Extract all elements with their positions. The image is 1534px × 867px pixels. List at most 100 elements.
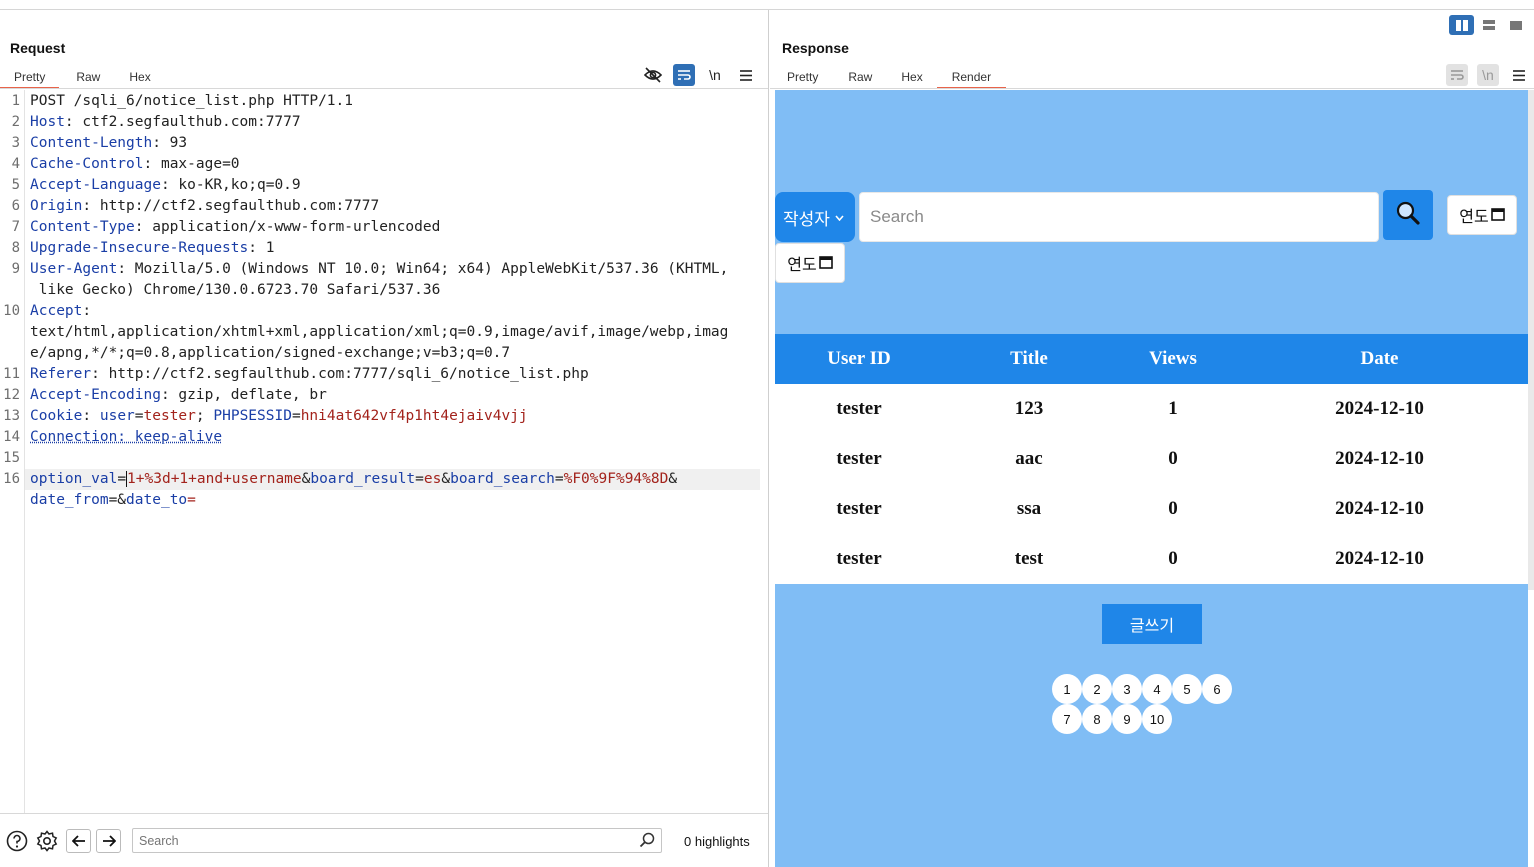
page-link-9[interactable]: 9 [1112, 704, 1142, 734]
cookie-value: hni4at642vf4p1ht4ejaiv4vjj [300, 408, 528, 424]
newline-icon[interactable]: \n [704, 64, 726, 86]
cell-title[interactable]: aac [943, 434, 1115, 484]
line-number: 1 [11, 93, 20, 109]
cell-title[interactable]: ssa [943, 484, 1115, 534]
page-link-10[interactable]: 10 [1142, 704, 1172, 734]
cell-date: 2024-12-10 [1231, 384, 1528, 434]
request-search-input[interactable] [133, 829, 623, 852]
param-sep: & [441, 471, 451, 487]
date-to-input[interactable]: 연도 [775, 243, 845, 283]
word-wrap-icon[interactable] [1446, 64, 1468, 86]
page-link-3[interactable]: 3 [1112, 674, 1142, 704]
request-toolbar: \n [642, 64, 757, 86]
table-row[interactable]: tester test 0 2024-12-10 [775, 534, 1528, 584]
tab-request-raw[interactable]: Raw [59, 66, 114, 88]
line-text: text/html,application/xhtml+xml,applicat… [30, 324, 729, 340]
board-search-input[interactable]: Search [859, 192, 1379, 242]
date-from-label: 연도 [1459, 207, 1489, 226]
newline-icon[interactable]: \n [1477, 64, 1499, 86]
page-link-8[interactable]: 8 [1082, 704, 1112, 734]
param-eq: = [415, 471, 424, 487]
pagination: 1 2 3 4 5 6 7 8 9 10 [1052, 674, 1242, 734]
line-number: 15 [3, 450, 20, 466]
header-value: : application/x-www-form-urlencoded [134, 219, 441, 235]
line-text: Connection: keep-alive [30, 429, 223, 445]
cell-views: 1 [1115, 384, 1231, 434]
word-wrap-icon[interactable] [673, 64, 695, 86]
render-scrollbar[interactable] [1528, 90, 1534, 590]
highlights-count: 0 highlights [684, 834, 750, 849]
table-row[interactable]: tester ssa 0 2024-12-10 [775, 484, 1528, 534]
request-pane: Request Pretty Raw Hex \n 1 POST /sqli_6/… [0, 10, 769, 867]
code-line: 15 [0, 448, 760, 469]
response-tab-separator [770, 88, 1534, 89]
tab-response-raw[interactable]: Raw [832, 66, 886, 88]
code-line: 14 Connection: keep-alive [0, 427, 760, 448]
page-link-6[interactable]: 6 [1202, 674, 1232, 704]
response-toolbar: \n [1446, 64, 1530, 86]
cell-date: 2024-12-10 [1231, 484, 1528, 534]
line-number [0, 322, 25, 343]
code-line: 1 POST /sqli_6/notice_list.php HTTP/1.1 [0, 91, 760, 112]
param-sep: & [668, 471, 678, 487]
menu-icon[interactable] [735, 64, 757, 86]
request-bottom-bar: 0 highlights [0, 813, 768, 867]
header-value: : [82, 303, 92, 319]
tab-request-pretty[interactable]: Pretty [0, 66, 60, 89]
chevron-down-icon [835, 211, 844, 224]
date-from-input[interactable]: 연도 [1447, 195, 1517, 235]
column-header-title: Title [943, 334, 1115, 384]
header-name: Cache-Control [30, 156, 144, 172]
table-row[interactable]: tester aac 0 2024-12-10 [775, 434, 1528, 484]
line-text: like Gecko) Chrome/130.0.6723.70 Safari/… [30, 282, 441, 298]
tab-response-pretty[interactable]: Pretty [773, 66, 832, 88]
author-select[interactable]: 작성자 [775, 192, 855, 242]
cell-title[interactable]: 123 [943, 384, 1115, 434]
forward-arrow-icon[interactable] [96, 829, 121, 853]
code-line: 10 Accept: [0, 301, 760, 322]
code-line: 5 Accept-Language: ko-KR,ko;q=0.9 [0, 175, 760, 196]
date-to-label: 연도 [787, 255, 817, 274]
table-header-row: User ID Title Views Date [775, 334, 1528, 384]
calendar-icon [818, 254, 833, 273]
param-eq: = [187, 492, 196, 508]
board-search-button[interactable] [1383, 190, 1433, 240]
header-name: Accept-Encoding [30, 387, 161, 403]
menu-icon[interactable] [1508, 64, 1530, 86]
settings-gear-icon[interactable] [35, 829, 59, 853]
line-text: POST /sqli_6/notice_list.php HTTP/1.1 [30, 93, 354, 109]
header-value: : http://ctf2.segfaulthub.com:7777/sqli_… [91, 366, 589, 382]
line-number: 9 [11, 261, 20, 277]
page-link-5[interactable]: 5 [1172, 674, 1202, 704]
search-icon[interactable] [639, 832, 655, 853]
cell-user-id: tester [775, 384, 943, 434]
page-link-4[interactable]: 4 [1142, 674, 1172, 704]
line-number: 7 [11, 219, 20, 235]
cookie-name: user [99, 408, 135, 424]
param-eq: = [554, 471, 564, 487]
header-name: Accept [30, 303, 83, 319]
page-link-7[interactable]: 7 [1052, 704, 1082, 734]
cell-user-id: tester [775, 484, 943, 534]
back-arrow-icon[interactable] [66, 829, 91, 853]
column-header-date: Date [1231, 334, 1528, 384]
help-icon[interactable] [5, 829, 29, 853]
page-link-1[interactable]: 1 [1052, 674, 1082, 704]
write-post-button[interactable]: 글쓰기 [1102, 604, 1202, 644]
cell-title[interactable]: test [943, 534, 1115, 584]
hide-eye-icon[interactable] [642, 64, 664, 86]
param-name: date_to [126, 492, 188, 508]
request-editor[interactable]: 1 POST /sqli_6/notice_list.php HTTP/1.1 2… [0, 90, 768, 814]
header-value: : http://ctf2.segfaulthub.com:7777 [82, 198, 380, 214]
header-name: Accept-Language [30, 177, 161, 193]
table-row[interactable]: tester 123 1 2024-12-10 [775, 384, 1528, 434]
cell-views: 0 [1115, 534, 1231, 584]
tab-request-hex[interactable]: Hex [114, 66, 164, 88]
header-value: : 1 [248, 240, 275, 256]
page-link-2[interactable]: 2 [1082, 674, 1112, 704]
code-line: text/html,application/xhtml+xml,applicat… [0, 322, 760, 343]
tab-response-render[interactable]: Render [936, 66, 1007, 89]
header-value: : [82, 408, 100, 424]
line-number: 16 [3, 471, 20, 487]
tab-response-hex[interactable]: Hex [886, 66, 936, 88]
